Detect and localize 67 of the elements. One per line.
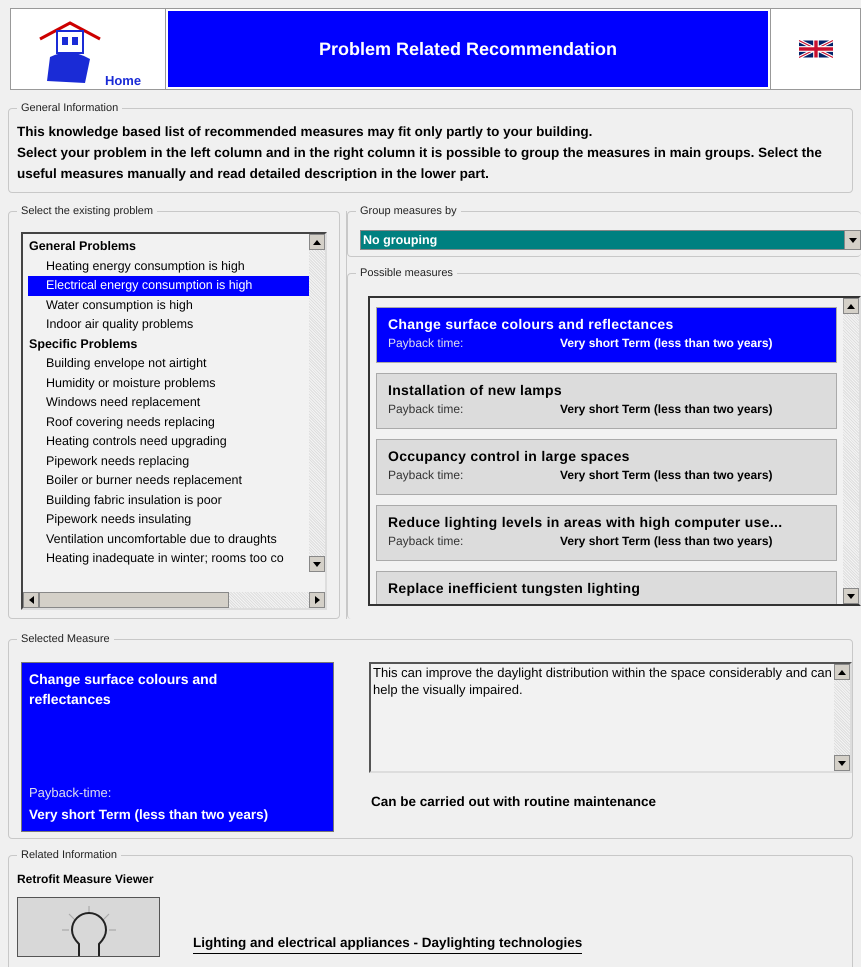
- logo[interactable]: Home: [11, 9, 166, 89]
- page-title: Problem Related Recommendation: [318, 38, 618, 60]
- section-legend: Select the existing problem: [17, 204, 158, 218]
- vertical-scrollbar[interactable]: [309, 234, 325, 572]
- scroll-left-icon[interactable]: [23, 592, 39, 608]
- info-text: Select your problem in the left column and in the right column it is possible to group the measures in main groups. Select the useful measures manually and read detailed description in the lower part.: [17, 144, 823, 183]
- measure-title: Occupancy control in large spaces: [388, 447, 631, 465]
- payback-label: Payback-time:: [29, 784, 112, 802]
- logo-text: Home: [104, 74, 142, 87]
- scroll-up-icon[interactable]: [834, 664, 850, 680]
- payback-value: Very short Term (less than two years): [560, 335, 773, 352]
- measure-title: Reduce lighting levels in areas with high computer use...: [388, 513, 784, 531]
- problem-item[interactable]: Electrical energy consumption is high: [28, 276, 309, 296]
- scroll-down-icon[interactable]: [843, 588, 859, 604]
- scroll-right-icon[interactable]: [309, 592, 325, 608]
- payback-value: Very short Term (less than two years): [560, 467, 773, 484]
- problem-item[interactable]: Heating inadequate in winter; rooms too co: [28, 549, 309, 568]
- measure-title: Change surface colours and reflectances: [388, 315, 675, 333]
- measure-card[interactable]: Occupancy control in large spaces Payback time: Very short Term (less than two years): [376, 439, 837, 495]
- problem-item[interactable]: Building fabric insulation is poor: [28, 490, 309, 510]
- group-header[interactable]: General Problems: [28, 237, 309, 256]
- problem-list[interactable]: [21, 232, 327, 610]
- horizontal-scrollbar[interactable]: [23, 592, 325, 608]
- problem-item[interactable]: Indoor air quality problems: [28, 315, 309, 334]
- measure-card[interactable]: Change surface colours and reflectances Payback time: Very short Term (less than two years): [376, 307, 837, 363]
- payback-label: Payback time:: [388, 533, 464, 550]
- problem-item[interactable]: Pipework needs replacing: [28, 452, 309, 471]
- problem-item[interactable]: Heating energy consumption is high: [28, 256, 309, 276]
- scroll-up-icon[interactable]: [843, 298, 859, 314]
- group-header[interactable]: Specific Problems: [28, 334, 309, 354]
- problem-item[interactable]: Water consumption is high: [28, 296, 309, 315]
- measure-title: Replace inefficient tungsten lighting: [388, 579, 642, 597]
- payback-label: Payback time:: [388, 401, 464, 418]
- grouping-dropdown[interactable]: No grouping: [360, 230, 861, 250]
- payback-value: Very short Term (less than two years): [29, 806, 270, 824]
- problem-item[interactable]: Ventilation uncomfortable due to draughts: [28, 530, 309, 549]
- description-box: This can improve the daylight distribution within the space considerably and can help the visually impaired.: [369, 662, 852, 773]
- payback-value: Very short Term (less than two years): [560, 533, 773, 550]
- scroll-thumb[interactable]: [39, 592, 229, 608]
- scroll-down-icon[interactable]: [834, 755, 850, 771]
- measure-title: Installation of new lamps: [388, 381, 563, 399]
- problem-item[interactable]: Heating controls need upgrading: [28, 432, 309, 452]
- measure-list[interactable]: [368, 296, 861, 606]
- problem-item[interactable]: Humidity or moisture problems: [28, 374, 309, 393]
- selected-measure-title: Change surface colours and reflectances: [29, 670, 218, 709]
- problem-item[interactable]: Windows need replacement: [28, 393, 309, 412]
- payback-label: Payback time:: [388, 467, 464, 484]
- info-text: This knowledge based list of recommended measures may fit only partly to your building.: [17, 123, 594, 141]
- vertical-scrollbar[interactable]: [834, 664, 850, 771]
- problem-item[interactable]: Roof covering needs replacing: [28, 412, 309, 432]
- problem-item[interactable]: Building envelope not airtight: [28, 354, 309, 374]
- payback-label: Payback time:: [388, 335, 464, 352]
- measure-card[interactable]: Replace inefficient tungsten lighting: [376, 571, 837, 604]
- measure-card[interactable]: Installation of new lamps Payback time: Very short Term (less than two years): [376, 373, 837, 429]
- dropdown-caret-icon[interactable]: [848, 238, 856, 242]
- maintenance-note: Can be carried out with routine maintenance: [371, 793, 658, 811]
- vertical-scrollbar[interactable]: [843, 298, 859, 604]
- flag-icon[interactable]: [798, 38, 832, 60]
- scroll-down-icon[interactable]: [309, 556, 325, 572]
- scroll-up-icon[interactable]: [309, 234, 325, 250]
- topic-link[interactable]: Lighting and electrical appliances - Daylighting technologies: [193, 932, 582, 954]
- measure-card[interactable]: Reduce lighting levels in areas with high computer use... Payback time: Very short Term (less than two years): [376, 505, 837, 561]
- payback-value: Very short Term (less than two years): [560, 401, 773, 418]
- problem-item[interactable]: Boiler or burner needs replacement: [28, 471, 309, 490]
- problem-item[interactable]: Pipework needs insulating: [28, 510, 309, 530]
- viewer-heading: Retrofit Measure Viewer: [17, 871, 154, 887]
- section-legend: Group measures by: [356, 204, 461, 218]
